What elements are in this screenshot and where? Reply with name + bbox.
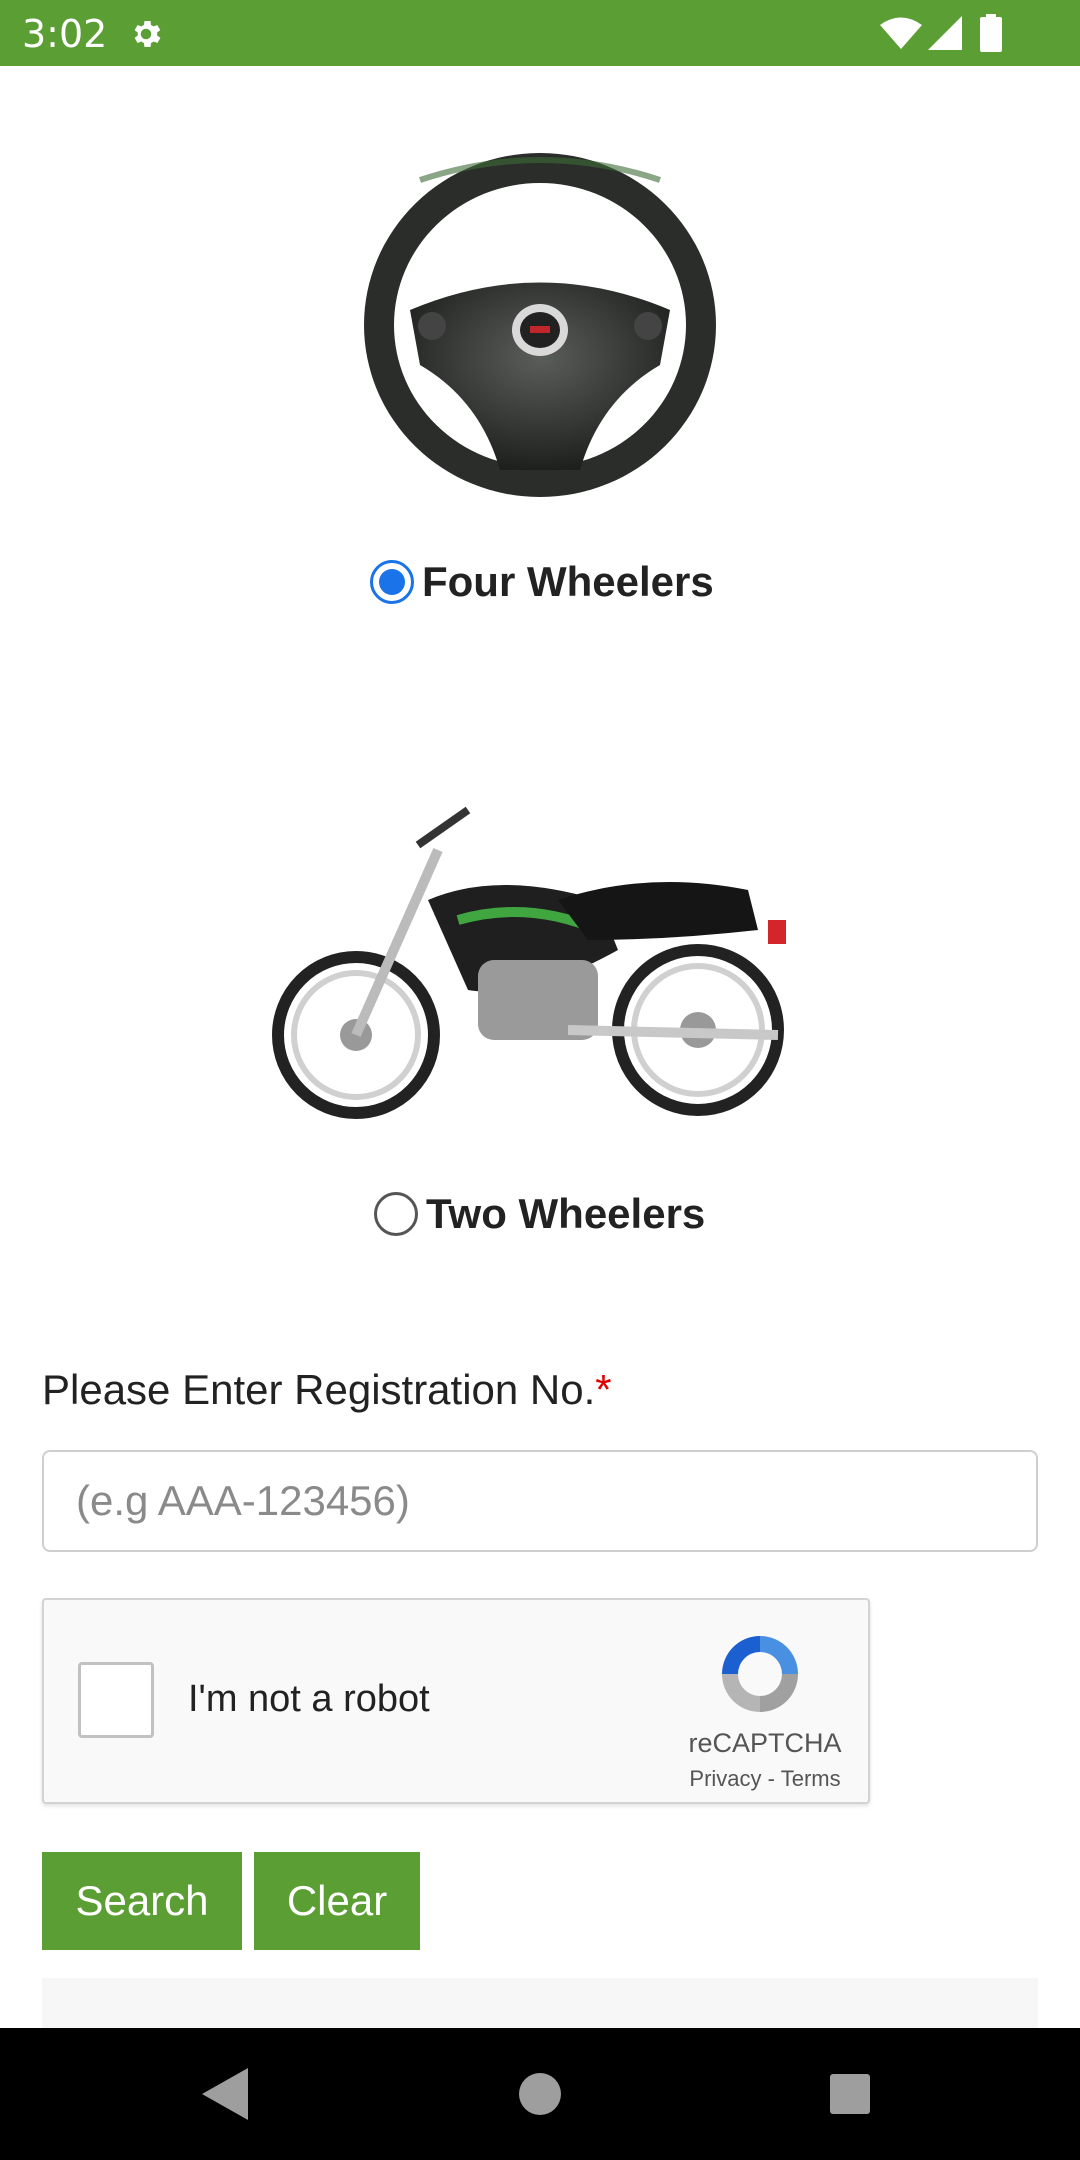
terms-link[interactable]: Terms bbox=[781, 1766, 841, 1791]
recents-icon[interactable] bbox=[828, 2072, 872, 2116]
wifi-icon bbox=[880, 17, 922, 49]
steering-wheel-image[interactable] bbox=[360, 150, 720, 500]
recaptcha-checkbox[interactable] bbox=[78, 1662, 154, 1738]
four-wheelers-option[interactable]: Four Wheelers bbox=[370, 558, 714, 606]
links-separator: - bbox=[767, 1766, 775, 1791]
registration-label: Please Enter Registration No.* bbox=[42, 1366, 612, 1414]
navigation-bar bbox=[0, 2028, 1080, 2160]
back-icon[interactable] bbox=[202, 2068, 248, 2120]
privacy-link[interactable]: Privacy bbox=[689, 1766, 761, 1791]
recaptcha-widget: I'm not a robot reCAPTCHA Privacy - Term… bbox=[42, 1598, 870, 1804]
two-wheelers-option[interactable]: Two Wheelers bbox=[374, 1190, 705, 1238]
status-time: 3:02 bbox=[22, 12, 108, 56]
two-wheelers-label: Two Wheelers bbox=[426, 1190, 706, 1237]
signal-icon bbox=[928, 16, 962, 50]
search-button[interactable]: Search bbox=[42, 1852, 242, 1950]
clear-button[interactable]: Clear bbox=[254, 1852, 420, 1950]
recaptcha-brand: reCAPTCHA bbox=[688, 1728, 842, 1758]
gear-icon bbox=[134, 20, 161, 48]
registration-input[interactable] bbox=[42, 1450, 1038, 1552]
four-wheelers-radio[interactable] bbox=[370, 560, 414, 604]
battery-icon bbox=[980, 14, 1002, 52]
motorcycle-image[interactable] bbox=[268, 790, 813, 1130]
two-wheelers-radio[interactable] bbox=[374, 1192, 418, 1236]
recaptcha-logo-icon bbox=[722, 1636, 798, 1712]
registration-label-text: Please Enter Registration No. bbox=[42, 1366, 596, 1413]
status-bar: 3:02 bbox=[0, 0, 1080, 66]
home-icon[interactable] bbox=[518, 2072, 562, 2116]
results-panel bbox=[42, 1978, 1038, 2028]
recaptcha-label: I'm not a robot bbox=[188, 1678, 430, 1720]
required-mark: * bbox=[595, 1366, 612, 1413]
four-wheelers-label: Four Wheelers bbox=[422, 558, 714, 605]
recaptcha-links: Privacy - Terms bbox=[680, 1766, 850, 1792]
